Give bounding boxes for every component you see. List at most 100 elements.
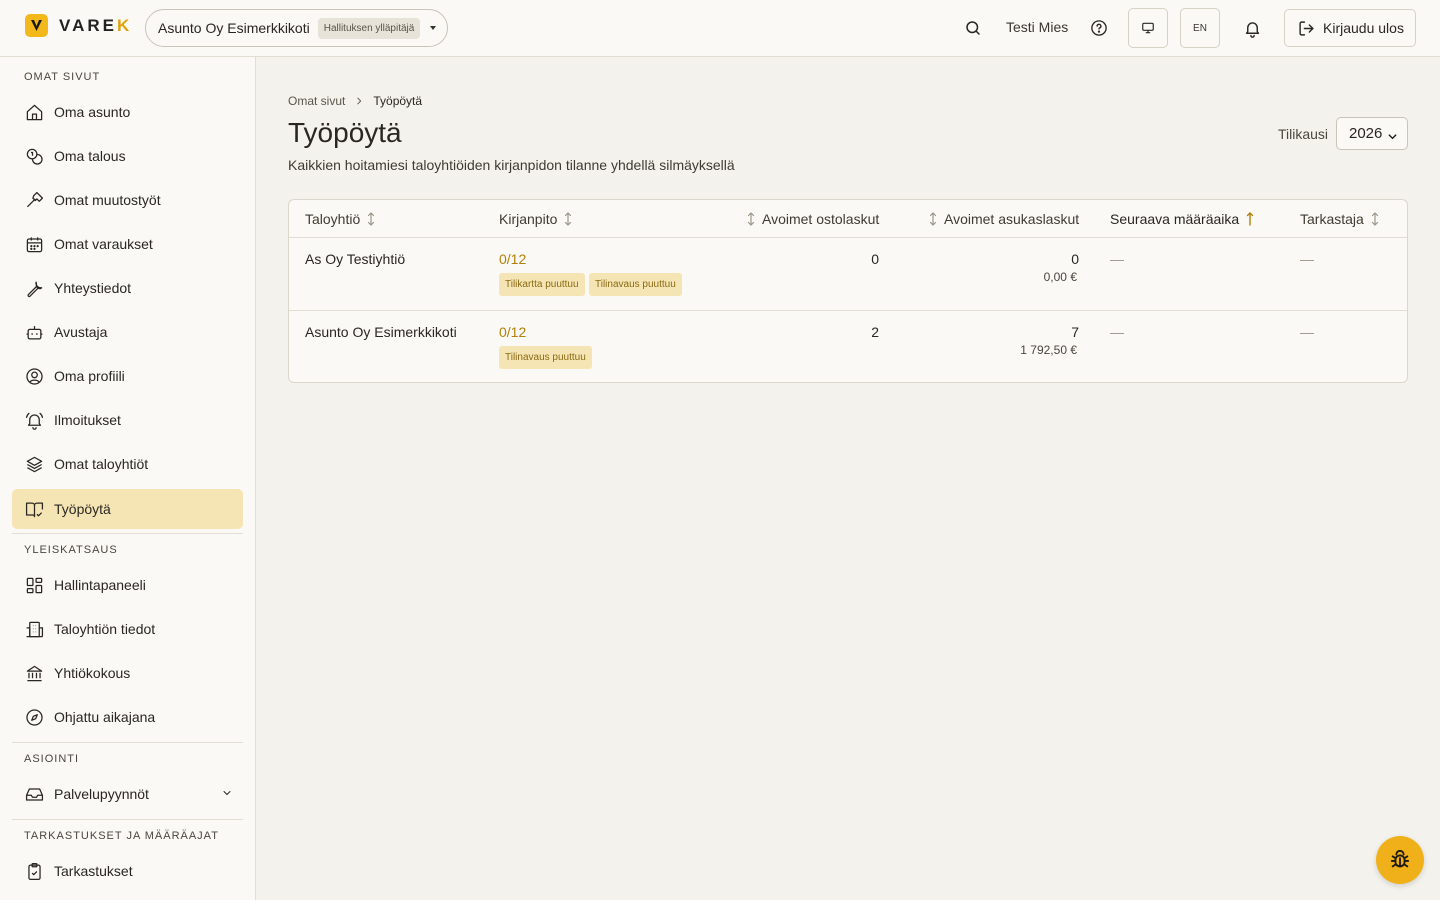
logout-button[interactable]: Kirjaudu ulos xyxy=(1284,9,1416,47)
cell-auditor: — xyxy=(1300,251,1314,267)
sidebar-item-taloyhtion-tiedot[interactable]: Taloyhtiön tiedot xyxy=(12,609,243,649)
chevron-down-icon xyxy=(1387,129,1398,146)
layers-icon xyxy=(24,454,44,474)
breadcrumb: Omat sivut Työpöytä xyxy=(288,94,422,108)
status-badge: Tilikartta puuttuu xyxy=(499,273,585,296)
sidebar-item-omat-taloyhtiot[interactable]: Omat taloyhtiöt xyxy=(12,444,243,484)
sidebar-item-label: Työpöytä xyxy=(54,501,111,517)
sidebar-item-label: Omat muutostyöt xyxy=(54,192,161,208)
cell-open-resident: 0 xyxy=(1071,251,1079,267)
bug-icon xyxy=(1390,849,1410,868)
sort-icon xyxy=(929,211,937,226)
search-icon[interactable] xyxy=(963,18,983,38)
sidebar-item-avustaja[interactable]: Avustaja xyxy=(12,312,243,352)
clipboard-check-icon xyxy=(24,861,44,881)
company-name: Asunto Oy Esimerkkikoti xyxy=(158,20,310,36)
sidebar-item-label: Avustaja xyxy=(54,324,108,340)
sidebar-item-ilmoitukset[interactable]: Ilmoitukset xyxy=(12,400,243,440)
help-icon[interactable] xyxy=(1089,18,1109,38)
column-header-tarkastaja[interactable]: Tarkastaja xyxy=(1300,200,1379,237)
bot-icon xyxy=(24,322,44,342)
bell-ring-icon xyxy=(24,410,44,430)
cell-company[interactable]: Asunto Oy Esimerkkikoti xyxy=(305,324,457,340)
logo-text: VAREK xyxy=(59,15,133,35)
user-circle-icon xyxy=(24,366,44,386)
fiscal-year-value: 2026 xyxy=(1349,125,1383,142)
sidebar-item-label: Palvelupyynnöt xyxy=(54,786,149,802)
user-name[interactable]: Testi Mies xyxy=(1006,19,1068,35)
sidebar-item-omat-muutostyot[interactable]: Omat muutostyöt xyxy=(12,180,243,220)
cell-auditor: — xyxy=(1300,324,1314,340)
caret-down-icon xyxy=(430,26,437,30)
fiscal-year-select[interactable]: 2026 xyxy=(1336,117,1408,150)
company-selector[interactable]: Asunto Oy Esimerkkikoti Hallituksen yllä… xyxy=(145,9,448,47)
section-title-yleiskatsaus: YLEISKATSAUS xyxy=(24,544,118,556)
sidebar-item-label: Oma asunto xyxy=(54,104,131,120)
breadcrumb-item[interactable]: Omat sivut xyxy=(288,94,345,108)
section-title-asiointi: ASIOINTI xyxy=(24,753,80,765)
breadcrumb-current: Työpöytä xyxy=(373,94,423,108)
sidebar-item-yhtiokokous[interactable]: Yhtiökokous xyxy=(12,653,243,693)
sort-icon xyxy=(747,211,755,226)
calendar-icon xyxy=(24,234,44,254)
logo-mark-icon xyxy=(25,14,48,37)
notifications-bell-icon[interactable] xyxy=(1242,18,1262,38)
hammer-icon xyxy=(24,190,44,210)
language-label: EN xyxy=(1193,22,1207,34)
sidebar-item-oma-asunto[interactable]: Oma asunto xyxy=(12,92,243,132)
cell-company[interactable]: As Oy Testiyhtiö xyxy=(305,251,405,267)
role-badge: Hallituksen ylläpitäjä xyxy=(317,17,421,39)
status-badge: Tilinavaus puuttuu xyxy=(589,273,682,296)
sidebar-item-label: Oma profiili xyxy=(54,368,125,384)
column-header-seuraava-maaraaika[interactable]: Seuraava määräaika xyxy=(1110,200,1254,237)
chevron-down-icon xyxy=(221,786,233,802)
sidebar-item-label: Ohjattu aikajana xyxy=(54,709,156,725)
sort-icon xyxy=(1371,211,1379,226)
sidebar-item-omat-varaukset[interactable]: Omat varaukset xyxy=(12,224,243,264)
compass-icon xyxy=(24,707,44,727)
sidebar-item-label: Hallintapaneeli xyxy=(54,577,146,593)
sort-ascending-icon xyxy=(1246,211,1254,226)
logout-label: Kirjaudu ulos xyxy=(1323,20,1404,36)
sidebar-item-palvelupyynnot[interactable]: Palvelupyynnöt xyxy=(12,774,243,814)
cell-progress[interactable]: 0/12 xyxy=(499,251,526,267)
cell-progress[interactable]: 0/12 xyxy=(499,324,526,340)
section-title-omat-sivut: OMAT SIVUT xyxy=(24,71,101,83)
dashboard-icon xyxy=(24,575,44,595)
sidebar-item-label: Omat taloyhtiöt xyxy=(54,456,149,472)
landmark-icon xyxy=(24,663,44,683)
coins-icon xyxy=(24,146,44,166)
chevron-right-icon xyxy=(354,96,364,106)
column-header-avoimet-ostolaskut[interactable]: Avoimet ostolaskut xyxy=(747,200,879,237)
logout-icon xyxy=(1299,20,1314,36)
top-header: VAREK Asunto Oy Esimerkkikoti Hallitukse… xyxy=(0,0,1440,57)
sidebar-item-oma-talous[interactable]: Oma talous xyxy=(12,136,243,176)
sidebar-item-label: Yhtiökokous xyxy=(54,665,131,681)
column-header-kirjanpito[interactable]: Kirjanpito xyxy=(499,200,572,237)
sidebar-divider xyxy=(12,533,243,534)
column-header-taloyhtio[interactable]: Taloyhtiö xyxy=(305,200,375,237)
sidebar-item-hallintapaneeli[interactable]: Hallintapaneeli xyxy=(12,565,243,605)
home-icon xyxy=(24,102,44,122)
language-button[interactable]: EN xyxy=(1180,8,1220,48)
companies-table: Taloyhtiö Kirjanpito Avoimet ostolaskut … xyxy=(288,199,1408,383)
sort-icon xyxy=(564,211,572,226)
bug-report-button[interactable] xyxy=(1376,836,1424,884)
page-title: Työpöytä xyxy=(288,117,402,148)
page-subtitle: Kaikkien hoitamiesi taloyhtiöiden kirjan… xyxy=(288,157,735,173)
sidebar-item-yhteystiedot[interactable]: Yhteystiedot xyxy=(12,268,243,308)
sidebar-item-label: Oma talous xyxy=(54,148,126,164)
sort-icon xyxy=(367,211,375,226)
sidebar-item-oma-profiili[interactable]: Oma profiili xyxy=(12,356,243,396)
display-mode-button[interactable] xyxy=(1128,8,1168,48)
column-header-avoimet-asukaslaskut[interactable]: Avoimet asukaslaskut xyxy=(929,200,1079,237)
sidebar: OMAT SIVUT Oma asunto Oma talous Omat mu… xyxy=(0,57,256,900)
cell-deadline: — xyxy=(1110,251,1124,267)
sidebar-item-tarkastukset[interactable]: Tarkastukset xyxy=(12,851,243,891)
status-badge: Tilinavaus puuttuu xyxy=(499,346,592,369)
header-divider xyxy=(289,237,1407,238)
logo[interactable]: VAREK xyxy=(25,14,132,37)
sidebar-item-tyopoyta[interactable]: Työpöytä xyxy=(12,489,243,529)
sidebar-item-ohjattu-aikajana[interactable]: Ohjattu aikajana xyxy=(12,697,243,737)
cell-open-resident-sum: 0,00 € xyxy=(1043,270,1077,284)
